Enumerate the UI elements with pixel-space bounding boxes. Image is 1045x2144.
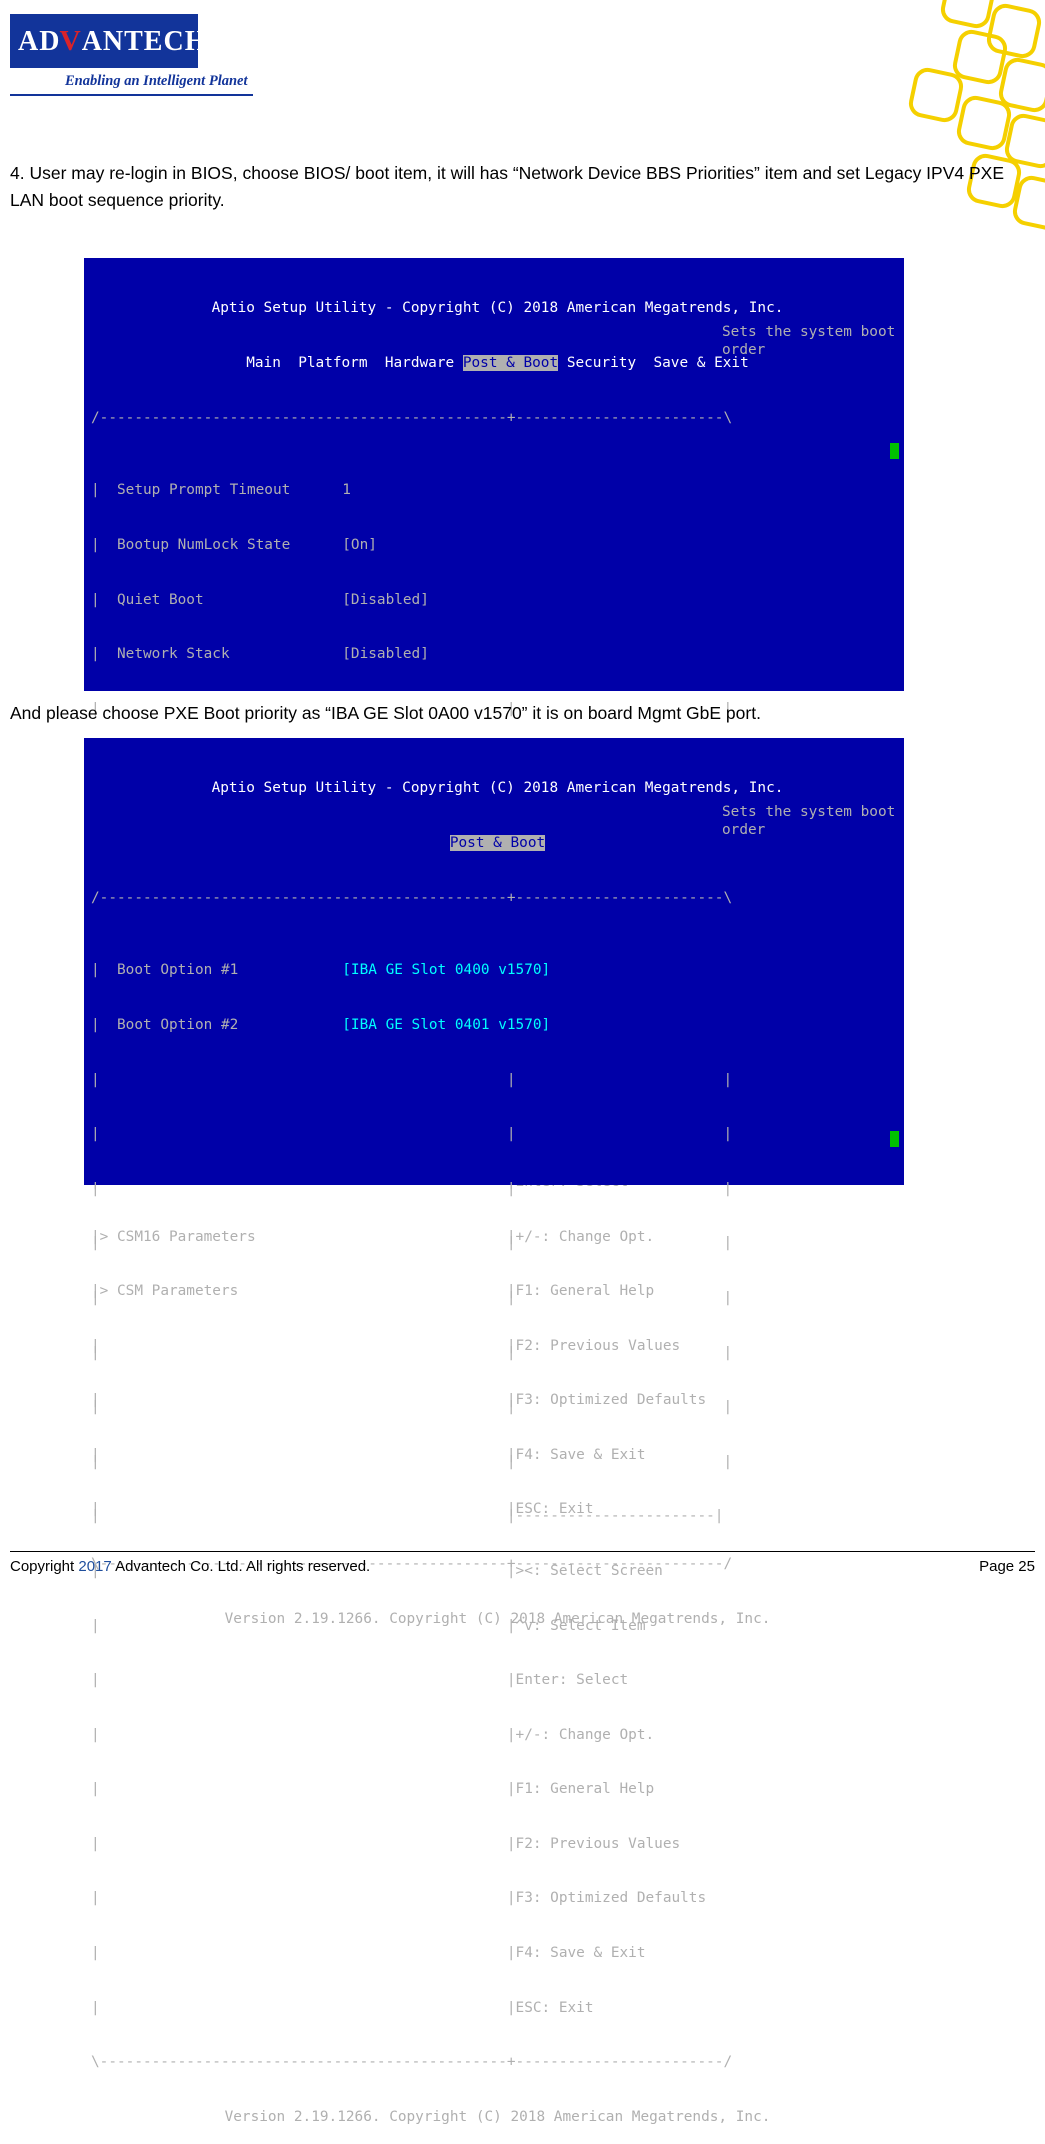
bios2-top-border: /---------------------------------------… [91, 889, 733, 906]
bios1-label-quiet-boot[interactable]: Quiet Boot [117, 591, 342, 609]
bios2-key-change-opt: +/-: Change Opt. [515, 1726, 655, 1743]
bios1-menu-platform[interactable]: Platform [298, 355, 367, 371]
bios1-row-setup-prompt: | Setup Prompt Timeout 1 [91, 481, 351, 499]
bios2-version: Version 2.19.1266. Copyright (C) 2018 Am… [224, 2108, 771, 2125]
bios1-menu-security[interactable]: Security [567, 355, 636, 371]
bios1-label-setup-prompt[interactable]: Setup Prompt Timeout [117, 481, 342, 499]
bios2-row-key-7: | |F3: Optimized Defaults [91, 1890, 707, 1907]
logo-word-v: V [59, 26, 83, 57]
bios1-value-setup-prompt[interactable]: 1 [342, 482, 351, 498]
bios2-bottom-border: \---------------------------------------… [91, 2054, 733, 2071]
bios2-row-key-4: | |+/-: Change Opt. [91, 1726, 655, 1743]
footer-copyright-suffix: Advantech Co. Ltd. All rights reserved. [111, 1558, 371, 1575]
bios2-key-select-screen: ><: Select Screen [515, 1562, 663, 1579]
bios1-menu-post-boot[interactable]: Post & Boot [462, 355, 559, 371]
bios2-title: Aptio Setup Utility - Copyright (C) 2018… [211, 780, 784, 797]
bios1-value-numlock[interactable]: [On] [342, 537, 377, 553]
bios2-row-blank-6: | | | [91, 1344, 733, 1361]
instruction-paragraph-2: And please choose PXE Boot priority as “… [10, 703, 761, 723]
bios2-row-blank-3: | | | [91, 1180, 733, 1197]
bios2-row-key-3: | |Enter: Select [91, 1672, 629, 1689]
bios2-key-select-item: ^v: Select Item [515, 1617, 646, 1634]
footer-divider [10, 1551, 1035, 1552]
footer-copyright-year: 2017 [78, 1558, 112, 1575]
bios2-menubar: Post & Boot [84, 834, 904, 852]
bios1-menu-save-exit[interactable]: Save & Exit [653, 355, 748, 371]
logo-underline [10, 94, 253, 96]
bios1-row-network-stack: | Network Stack [Disabled] [91, 645, 429, 663]
bios2-row-key-2: | |^v: Select Item [91, 1617, 646, 1634]
logo-wordmark: ADVANTECH [18, 26, 207, 58]
bios1-value-quiet-boot[interactable]: [Disabled] [342, 592, 429, 608]
bios2-key-esc: ESC: Exit [515, 1999, 594, 2016]
bios2-key-f2: F2: Previous Values [515, 1835, 681, 1852]
bios2-key-f4: F4: Save & Exit [515, 1945, 646, 1962]
bios1-top-border: /---------------------------------------… [91, 409, 733, 426]
bios2-mid-border: |-----------------------| [506, 1508, 724, 1525]
bios2-row-blank-1: | | | [91, 1071, 733, 1088]
bios1-menu-hardware[interactable]: Hardware [385, 355, 454, 371]
bios1-row-quiet-boot: | Quiet Boot [Disabled] [91, 591, 429, 609]
bios1-label-network-stack[interactable]: Network Stack [117, 645, 342, 663]
bios2-row-blank-8: | | | [91, 1453, 733, 1470]
bios2-row-blank-4: | | | [91, 1235, 733, 1252]
bios1-label-numlock[interactable]: Bootup NumLock State [117, 536, 342, 554]
bios2-row-blank-9: | |-----------------------| [91, 1508, 724, 1525]
bios2-row-boot-option-2: | Boot Option #2 [IBA GE Slot 0401 v1570] [91, 1016, 551, 1034]
bios1-title: Aptio Setup Utility - Copyright (C) 2018… [211, 300, 784, 317]
bios2-value-boot-option-2[interactable]: [IBA GE Slot 0401 v1570] [342, 1017, 550, 1033]
bios2-row-blank-7: | | | [91, 1399, 733, 1416]
bios2-row-key-8: | |F4: Save & Exit [91, 1945, 646, 1962]
logo-tagline: Enabling an Intelligent Planet [65, 73, 248, 89]
bios2-label-boot-option-2[interactable]: Boot Option #2 [117, 1016, 342, 1034]
logo-word-part1: AD [18, 26, 61, 57]
bios1-menubar: Main Platform Hardware Post & Boot Secur… [84, 354, 904, 372]
bios2-value-boot-option-1[interactable]: [IBA GE Slot 0400 v1570] [342, 962, 550, 978]
bios2-row-key-9: | |ESC: Exit [91, 1999, 594, 2016]
instruction-paragraph-1: 4. User may re-login in BIOS, choose BIO… [10, 163, 1004, 211]
bios2-label-boot-option-1[interactable]: Boot Option #1 [117, 961, 342, 979]
bios2-row-blank-2: | | | [91, 1126, 733, 1143]
bios2-row-boot-option-1: | Boot Option #1 [IBA GE Slot 0400 v1570] [91, 961, 551, 979]
bios1-row-numlock: | Bootup NumLock State [On] [91, 536, 377, 554]
bios1-value-network-stack[interactable]: [Disabled] [342, 646, 429, 662]
bios1-menu-main[interactable]: Main [246, 355, 281, 371]
bios2-row-blank-5: | | | [91, 1289, 733, 1306]
footer-copyright-prefix: Copyright [10, 1558, 79, 1575]
bios2-key-f1: F1: General Help [515, 1781, 655, 1798]
bios-screenshot-2: Aptio Setup Utility - Copyright (C) 2018… [84, 738, 904, 2125]
bios2-row-key-5: | |F1: General Help [91, 1781, 655, 1798]
bios-screenshot-1: Aptio Setup Utility - Copyright (C) 2018… [84, 258, 904, 1627]
bios2-key-enter: Enter: Select [515, 1672, 629, 1689]
footer-page-number: Page 25 [979, 1558, 1035, 1575]
logo-word-part2: ANTECH [81, 26, 208, 57]
bios2-row-key-6: | |F2: Previous Values [91, 1835, 681, 1852]
advantech-logo: ADVANTECH Enabling an Intelligent Planet [10, 14, 260, 96]
logo-bar: ADVANTECH [10, 14, 206, 68]
footer-copyright: Copyright 2017 Advantech Co. Ltd. All ri… [10, 1558, 370, 1575]
bios2-key-f3: F3: Optimized Defaults [515, 1890, 707, 1907]
bios2-menu-post-boot[interactable]: Post & Boot [449, 835, 546, 851]
